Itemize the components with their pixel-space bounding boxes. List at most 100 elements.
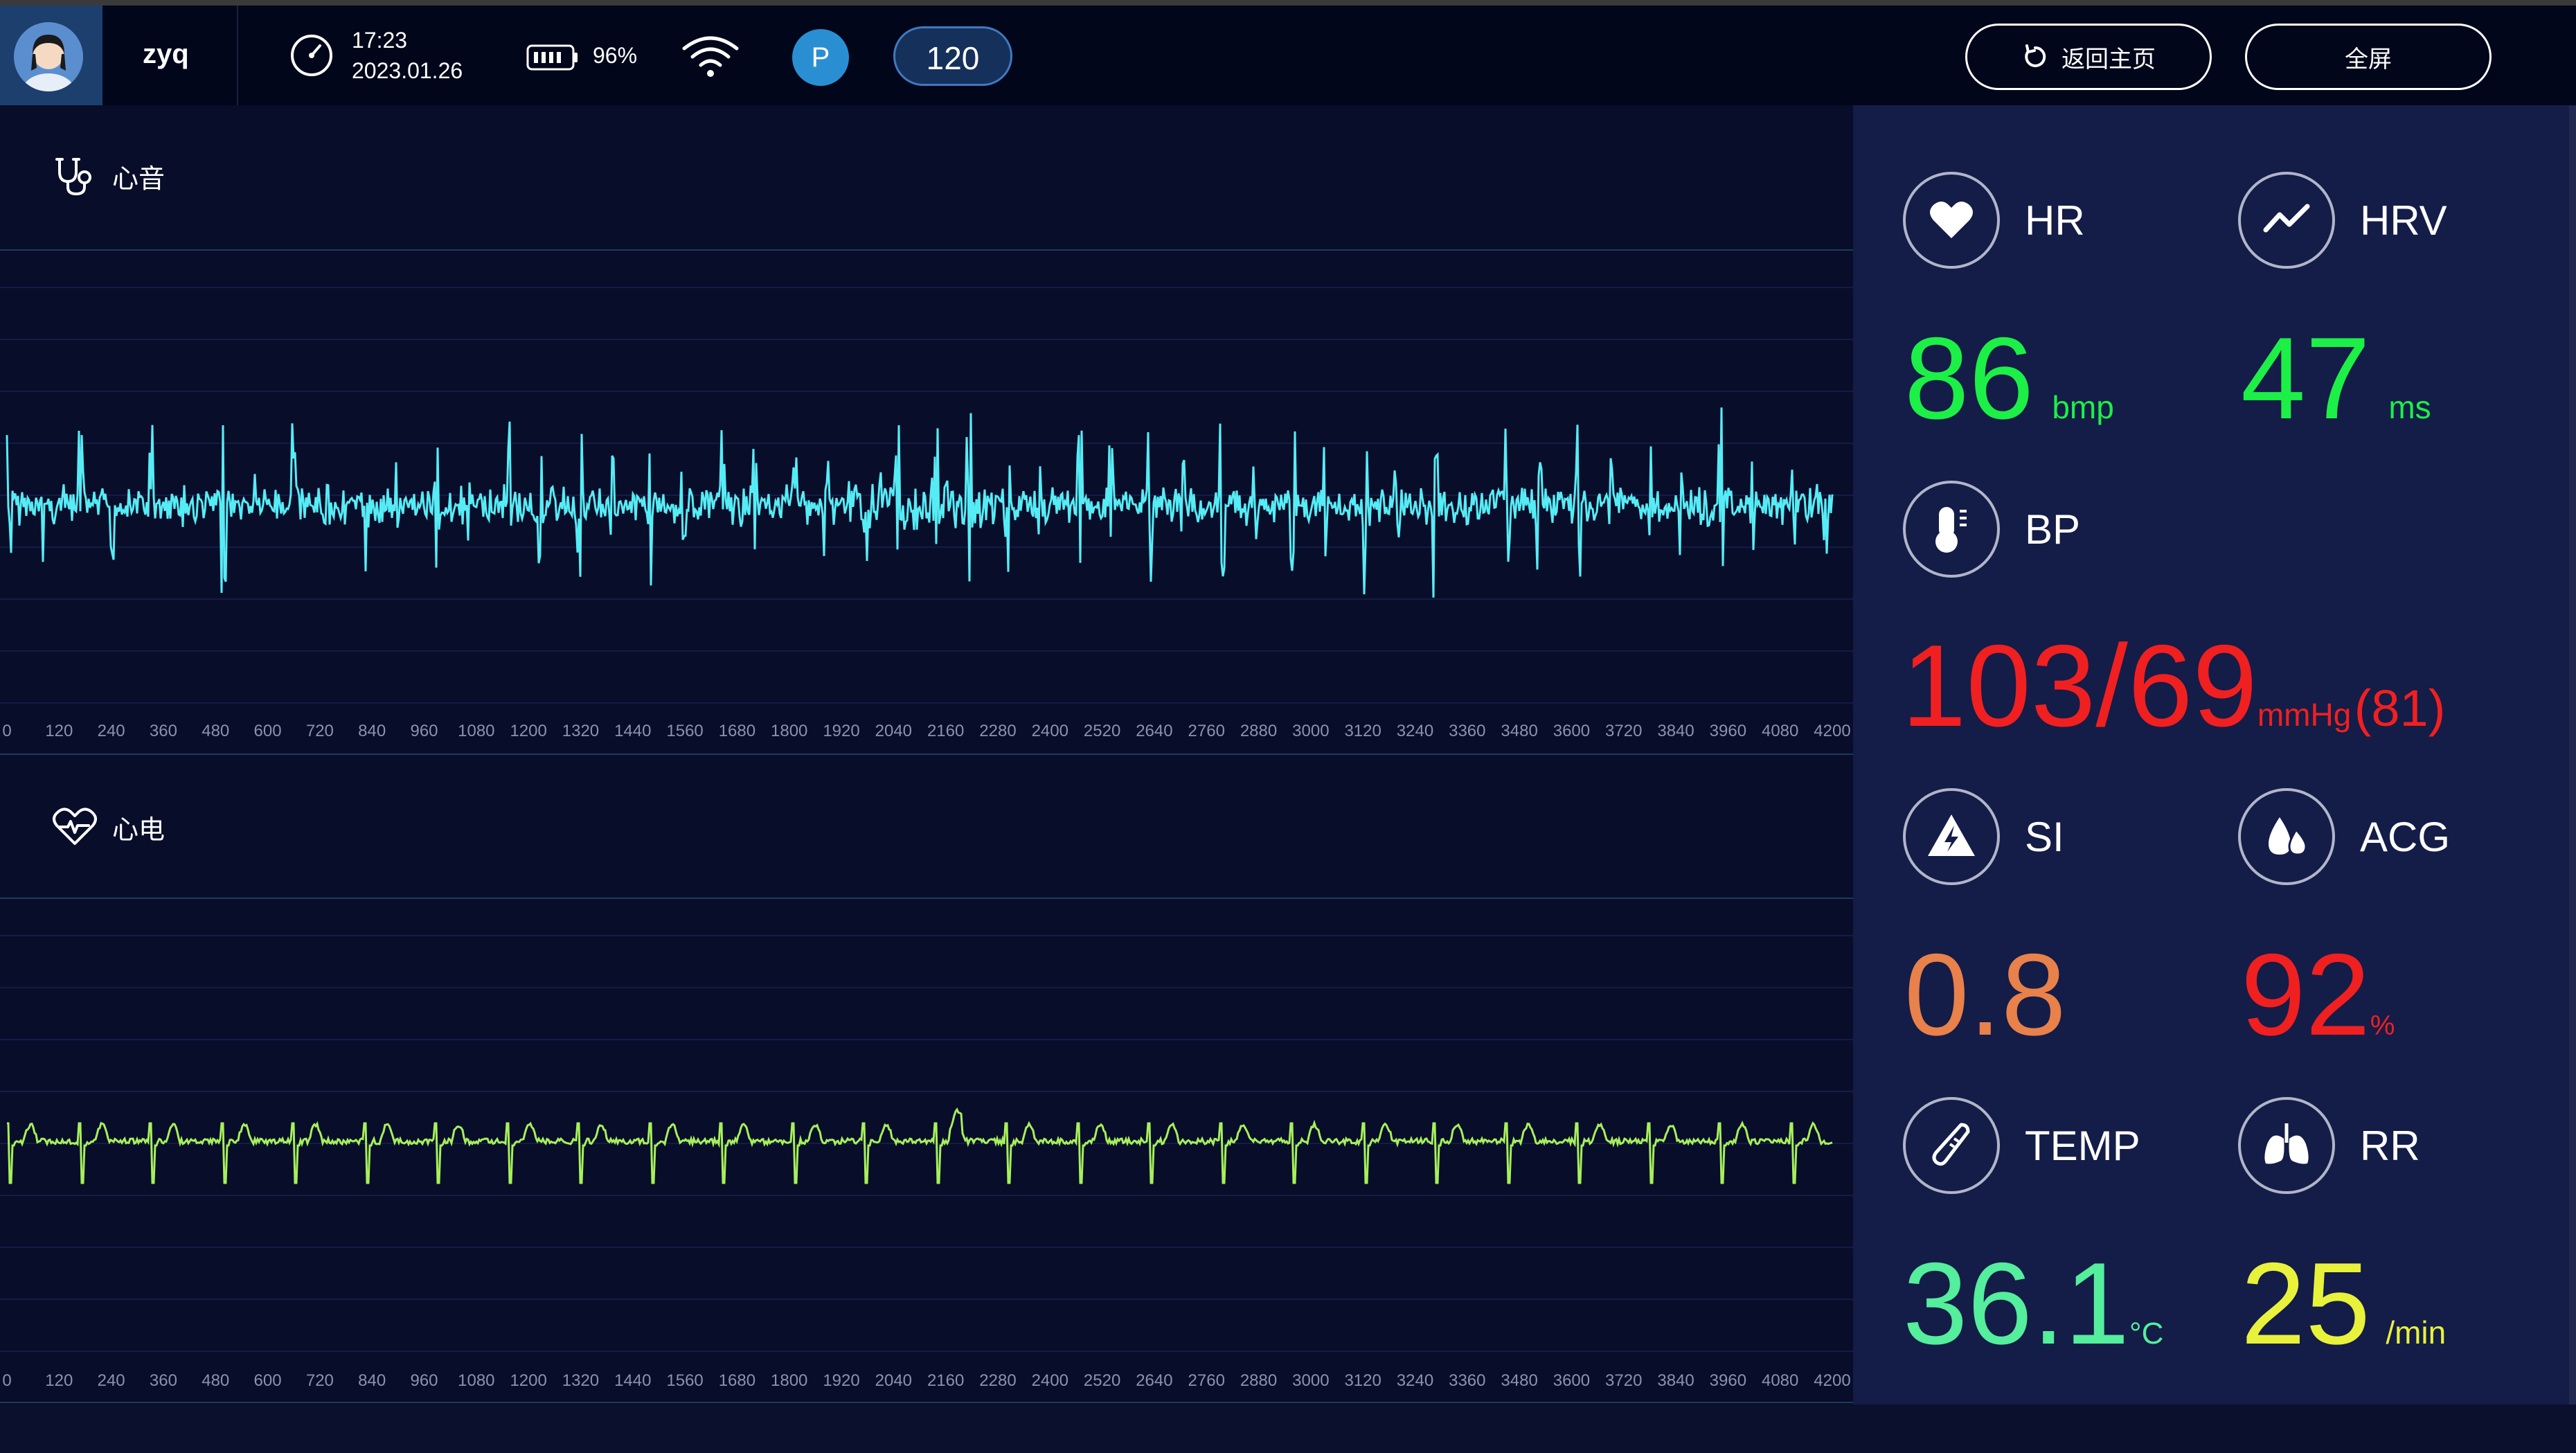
return-home-button[interactable]: 返回主页 [1965, 24, 2212, 90]
axis-tick-label: 240 [97, 722, 125, 740]
avatar-container[interactable] [0, 6, 102, 105]
axis-tick-label: 240 [97, 1371, 125, 1390]
hr-label: HR [2025, 197, 2085, 244]
axis-tick-label: 3600 [1553, 1371, 1591, 1390]
axis-tick-label: 4200 [1814, 1371, 1851, 1390]
temp-label: TEMP [2025, 1122, 2140, 1169]
hr-header: HR [1903, 172, 2085, 269]
axis-tick-label: 1680 [718, 1371, 756, 1390]
axis-tick-label: 1200 [510, 722, 547, 740]
axis-tick-label: 2640 [1136, 722, 1173, 740]
axis-tick-label: 2880 [1240, 722, 1278, 740]
warning-bolt-icon [1903, 788, 2000, 885]
axis-tick-label: 3000 [1292, 1371, 1330, 1390]
axis-tick-label: 2520 [1083, 722, 1121, 740]
axis-tick-label: 0 [2, 722, 12, 740]
axis-tick-label: 2760 [1188, 722, 1225, 740]
axis-tick-label: 3360 [1449, 722, 1486, 740]
fullscreen-button[interactable]: 全屏 [2245, 24, 2492, 90]
axis-tick-label: 120 [45, 1371, 73, 1390]
ecg-title: 心电 [51, 806, 165, 848]
axis-tick-label: 2880 [1240, 1371, 1278, 1390]
axis-tick-label: 3120 [1344, 1371, 1381, 1390]
divider [237, 6, 238, 105]
axis-tick-label: 720 [305, 1371, 334, 1390]
bottom-strip [0, 1405, 2576, 1453]
axis-tick-label: 2640 [1136, 1371, 1173, 1390]
monitor-app: zyq 17:23 2023.01.26 96% P 120 返回主页 全屏 心… [0, 0, 2576, 1453]
axis-tick-label: 840 [358, 1371, 386, 1390]
rr-reading: 25 /min [2241, 1245, 2446, 1362]
acg-header: ACG [2238, 788, 2450, 885]
top-bar: zyq 17:23 2023.01.26 96% P 120 返回主页 全屏 [0, 0, 2576, 105]
return-home-label: 返回主页 [2061, 46, 2156, 73]
hrv-reading: 47 ms [2241, 320, 2431, 436]
axis-tick-label: 2760 [1188, 1371, 1225, 1390]
axis-tick-label: 2160 [927, 722, 965, 740]
axis-tick-label: 3960 [1709, 722, 1747, 740]
panel-divider [0, 754, 1853, 755]
thermometer-bp-icon [1903, 481, 2000, 578]
counter-pill[interactable]: 120 [893, 26, 1012, 86]
si-reading: 0.8 [1904, 936, 2066, 1053]
rr-value: 25 [2241, 1238, 2370, 1369]
temp-unit: °C [2129, 1317, 2164, 1351]
axis-tick-label: 0 [2, 1371, 12, 1390]
axis-tick-label: 2400 [1031, 1371, 1068, 1390]
battery-icon [526, 44, 578, 71]
heart-sound-title: 心音 [51, 155, 165, 197]
axis-tick-label: 1320 [562, 722, 600, 740]
acg-value: 92 [2241, 929, 2370, 1060]
axis-tick-label: 480 [202, 722, 230, 740]
date-text: 2023.01.26 [352, 58, 463, 83]
vitals-panel: HR 86 bmp HRV 47 ms BP 103/69mmHg (81) S… [1853, 105, 2576, 1405]
ecg-label: 心电 [112, 815, 166, 845]
bp-header: BP [1903, 481, 2080, 578]
axis-tick-label: 4200 [1814, 722, 1851, 740]
trend-icon [2238, 172, 2335, 269]
axis-tick-label: 3480 [1501, 722, 1538, 740]
axis-tick-label: 1080 [458, 1371, 495, 1390]
axis-tick-label: 1800 [771, 1371, 808, 1390]
bp-unit: mmHg [2257, 697, 2352, 733]
acg-unit: % [2370, 1010, 2395, 1041]
axis-tick-label: 3720 [1605, 722, 1643, 740]
axis-tick-label: 2160 [927, 1371, 965, 1390]
axis-tick-label: 1080 [458, 722, 495, 740]
axis-tick-label: 1200 [510, 1371, 547, 1390]
axis-tick-label: 2400 [1031, 722, 1068, 740]
axis-tick-label: 2520 [1083, 1371, 1121, 1390]
axis-tick-label: 3840 [1657, 1371, 1694, 1390]
thermometer-icon [1903, 1097, 2000, 1194]
username: zyq [143, 39, 189, 69]
axis-tick-label: 1440 [614, 722, 652, 740]
hr-value: 86 [1904, 313, 2034, 443]
heart-sound-waveform [0, 287, 1853, 704]
axis-tick-label: 3840 [1657, 722, 1694, 740]
drops-icon [2238, 788, 2335, 885]
axis-tick-label: 3720 [1605, 1371, 1643, 1390]
axis-tick-label: 2280 [979, 1371, 1017, 1390]
wifi-icon [682, 36, 739, 77]
ecg-trace [7, 1107, 1833, 1184]
rr-label: RR [2360, 1122, 2420, 1169]
hr-unit: bmp [2052, 389, 2114, 425]
axis-tick-label: 360 [149, 722, 177, 740]
scrollbar[interactable] [2569, 105, 2576, 1405]
hrv-value: 47 [2241, 313, 2370, 443]
bp-label: BP [2025, 506, 2081, 553]
parking-badge[interactable]: P [792, 29, 849, 86]
battery-level: 96% [593, 43, 638, 68]
axis-tick-label: 3360 [1449, 1371, 1486, 1390]
axis-tick-label: 600 [253, 1371, 282, 1390]
axis-tick-label: 1800 [771, 722, 808, 740]
axis-tick-label: 1320 [562, 1371, 600, 1390]
hrv-unit: ms [2388, 389, 2431, 425]
axis-tick-label: 2040 [875, 722, 913, 740]
heart-sound-trace [6, 407, 1834, 598]
user-avatar-icon [14, 22, 83, 91]
acg-label: ACG [2360, 813, 2451, 860]
avatar[interactable] [14, 22, 83, 91]
axis-tick-label: 3000 [1292, 722, 1330, 740]
hrv-label: HRV [2360, 197, 2447, 244]
